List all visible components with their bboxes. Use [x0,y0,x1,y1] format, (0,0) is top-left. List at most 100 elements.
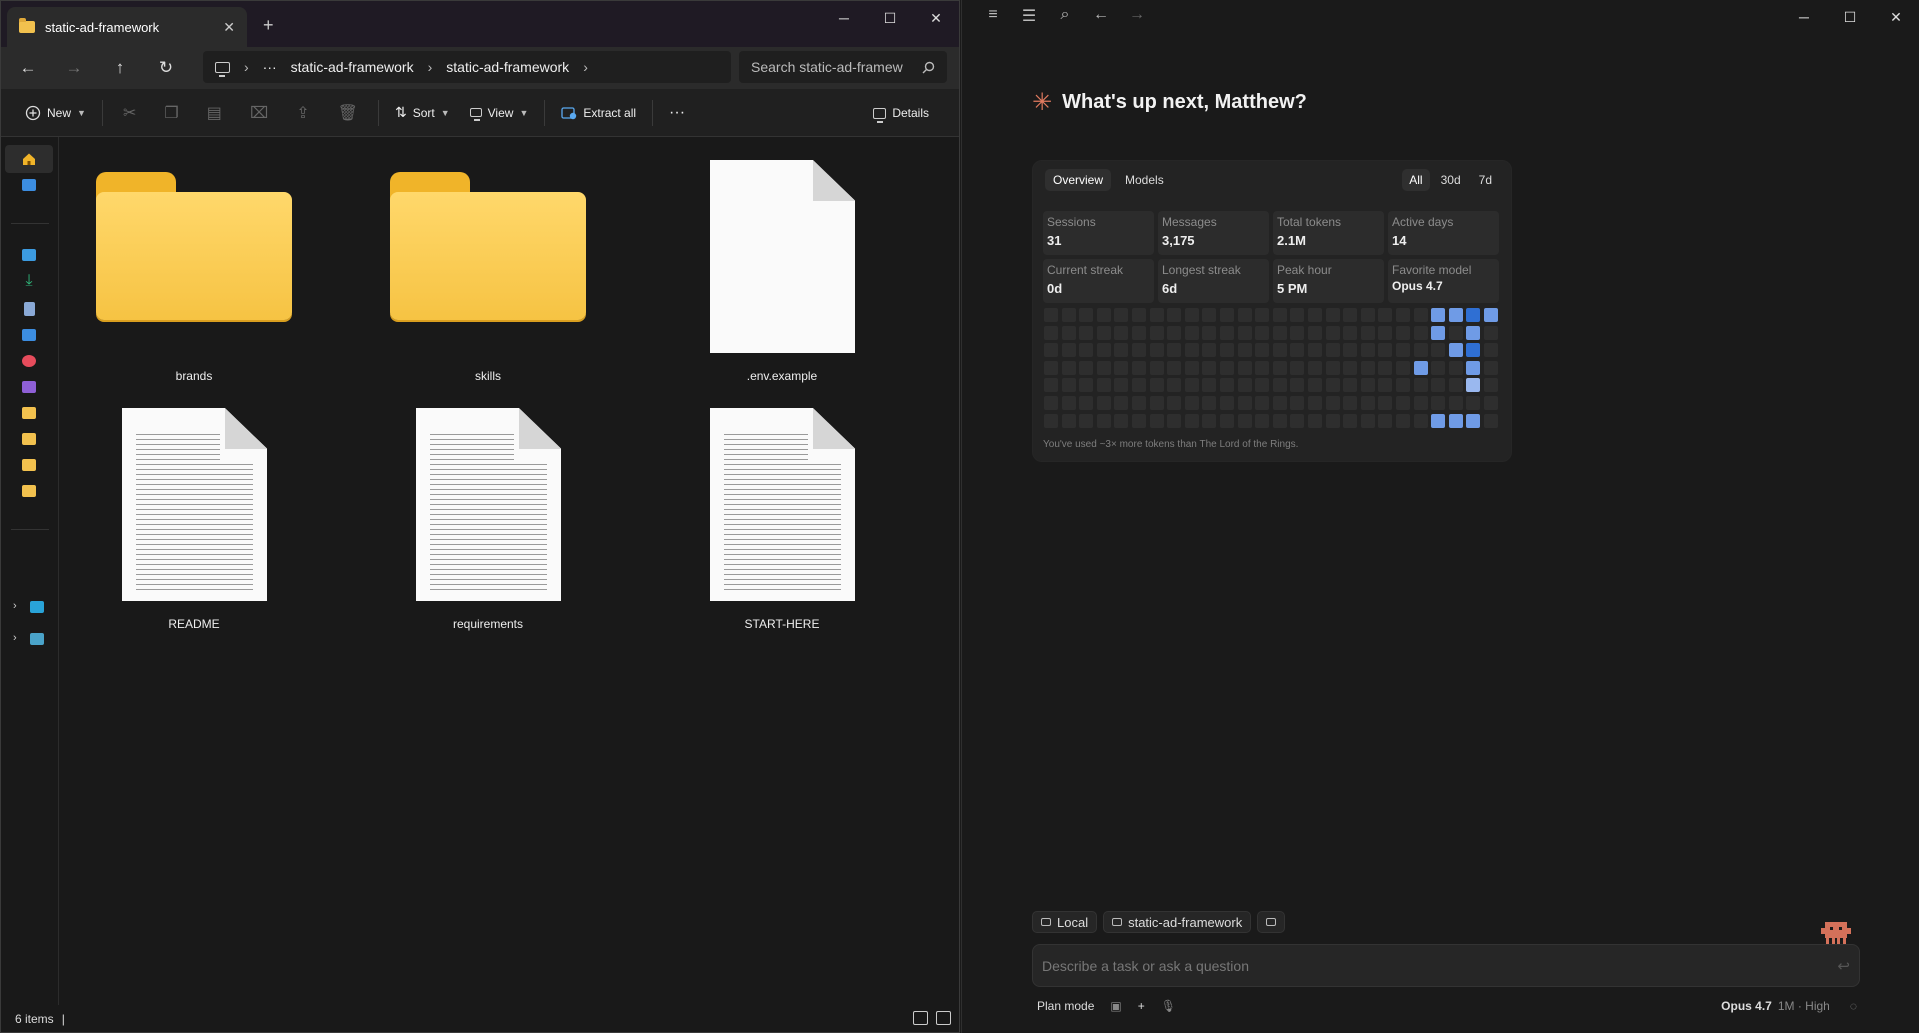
breadcrumb-more[interactable]: ··· [263,59,277,75]
gallery-nav-item[interactable] [5,171,53,199]
tab-title: static-ad-framework [45,19,160,35]
more-options-button[interactable]: ··· [659,98,695,128]
folder-brands[interactable]: brands [94,137,294,383]
context-chips: Local static-ad-framework [1032,911,1286,933]
tab-models[interactable]: Models [1117,169,1172,191]
metric-label: Total tokens [1277,215,1342,229]
up-button[interactable]: ↑ [97,52,143,84]
desktop-nav-item[interactable] [5,241,53,269]
new-tab-button[interactable]: + [263,15,274,36]
model-name[interactable]: Opus 4.7 [1721,999,1772,1013]
expand-chevron-icon[interactable]: › [13,632,17,644]
text-file-icon [416,408,561,601]
file-name: skills [475,369,501,383]
new-button[interactable]: New ▼ [15,98,96,128]
forward-button[interactable]: → [51,52,97,84]
prompt-input[interactable] [1042,957,1802,974]
details-button[interactable]: Details [863,98,939,128]
extract-all-button[interactable]: Extract all [551,98,646,128]
heatmap-cell [1237,308,1252,322]
file-requirements[interactable]: requirements [388,385,588,631]
nav-divider [11,223,49,224]
sort-button[interactable]: ⇅ Sort ▼ [385,98,460,128]
file-readme[interactable]: README [94,385,294,631]
search-placeholder: Search static-ad-framew [751,59,903,75]
heatmap-cell [1484,325,1498,340]
project-chip[interactable]: static-ad-framework [1103,911,1252,933]
folder-skills[interactable]: skills [388,137,588,383]
stats-tabs: Overview Models [1045,169,1172,191]
heatmap-cell [1255,308,1270,322]
copy-icon[interactable]: ❐ [150,98,192,128]
close-tab-icon[interactable]: ✕ [223,19,235,36]
details-view-icon[interactable] [913,1011,928,1025]
explorer-titlebar: static-ad-framework ✕ + ─ ☐ ✕ [1,1,959,47]
music-nav-item[interactable] [5,347,53,375]
heatmap-cell [1290,360,1305,375]
menu-icon[interactable]: ≡ [982,6,1004,26]
sidebar-toggle-icon[interactable]: ☰ [1018,6,1040,26]
range-30d[interactable]: 30d [1434,169,1468,191]
file-env-example[interactable]: .env.example [682,137,882,383]
breadcrumb-item[interactable]: static-ad-framework [446,59,569,75]
maximize-button[interactable]: ☐ [867,1,913,35]
rename-icon[interactable]: ⌧ [236,98,282,128]
heatmap-cell [1255,378,1270,393]
network-nav-item[interactable] [21,625,53,653]
breadcrumb[interactable]: › ··· static-ad-framework › static-ad-fr… [203,51,731,83]
microphone-icon[interactable]: 🎙 [1161,999,1176,1013]
minimize-button[interactable]: ─ [821,1,867,35]
search-icon[interactable]: ⌕ [1054,6,1076,26]
close-window-button[interactable]: ✕ [913,1,959,35]
file-start-here[interactable]: START-HERE [682,385,882,631]
heatmap-cell [1325,396,1340,410]
add-icon[interactable]: + [1138,999,1145,1013]
forward-arrow-icon[interactable]: → [1126,6,1148,26]
close-window-button[interactable]: ✕ [1873,0,1919,34]
heatmap-cell [1220,396,1234,410]
downloads-nav-item[interactable]: ⤓ [5,267,53,295]
pictures-nav-item[interactable] [5,321,53,349]
home-nav-item[interactable] [5,145,53,173]
delete-icon[interactable]: 🗑 [324,98,372,128]
range-7d[interactable]: 7d [1472,169,1499,191]
minimize-button[interactable]: ─ [1781,0,1827,34]
this-pc-nav-item[interactable] [21,593,53,621]
search-input[interactable]: Search static-ad-framew [739,51,947,83]
maximize-button[interactable]: ☐ [1827,0,1873,34]
large-icons-view-icon[interactable] [936,1011,951,1025]
paste-icon[interactable]: ▤ [193,98,236,128]
heatmap-cell [1378,325,1393,340]
heatmap-cell [1079,396,1094,410]
breadcrumb-item[interactable]: static-ad-framework [291,59,414,75]
metric-total-tokens: Total tokens 2.1M [1273,211,1384,255]
heatmap-cell [1272,360,1287,375]
view-button[interactable]: View ▼ [460,98,539,128]
back-button[interactable]: ← [5,52,51,84]
folder-nav-item[interactable] [5,451,53,479]
folder-nav-item[interactable] [5,399,53,427]
videos-nav-item[interactable] [5,373,53,401]
expand-chevron-icon[interactable]: › [13,600,17,612]
folder-nav-item[interactable] [5,477,53,505]
refresh-button[interactable]: ↻ [143,52,189,84]
tab-overview[interactable]: Overview [1045,169,1112,191]
share-icon[interactable]: ⇪ [282,98,323,128]
cut-icon[interactable]: ✂ [109,98,150,128]
explorer-tab[interactable]: static-ad-framework ✕ [7,7,247,47]
folder-nav-item[interactable] [5,425,53,453]
range-all[interactable]: All [1402,169,1430,191]
documents-nav-item[interactable] [5,295,53,323]
attachment-icon[interactable]: ▣ [1110,999,1121,1013]
back-arrow-icon[interactable]: ← [1090,6,1112,26]
plan-mode-toggle[interactable]: Plan mode [1037,999,1094,1013]
local-chip[interactable]: Local [1032,911,1098,933]
send-icon[interactable]: ↩ [1837,957,1850,975]
prompt-box[interactable]: ↩ [1032,944,1860,987]
heatmap-cell [1431,378,1446,393]
metric-sessions: Sessions 31 [1043,211,1154,255]
heatmap-cell [1096,396,1111,410]
chevron-down-icon: ▼ [77,107,86,118]
folder-icon [390,172,586,322]
add-folder-chip[interactable] [1257,911,1286,933]
